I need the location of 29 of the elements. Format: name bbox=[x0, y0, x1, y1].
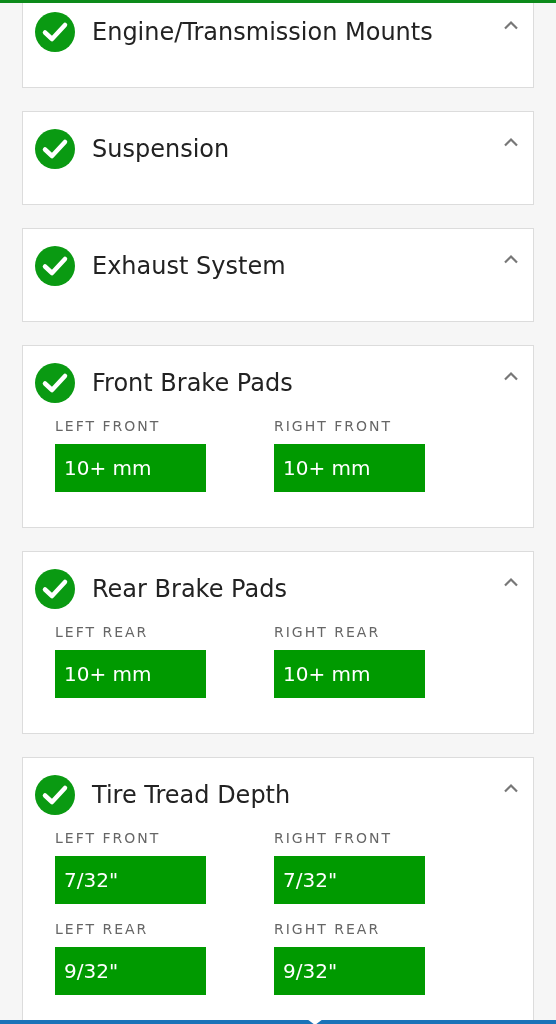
chevron-icon[interactable] bbox=[503, 577, 519, 587]
chevron-icon[interactable] bbox=[503, 20, 519, 30]
reading-label: LEFT FRONT bbox=[55, 829, 162, 847]
reading-label: RIGHT REAR bbox=[274, 920, 382, 938]
reading-label: RIGHT FRONT bbox=[274, 829, 394, 847]
reading-label: RIGHT FRONT bbox=[274, 417, 394, 435]
reading-value: 7/32" bbox=[55, 856, 206, 904]
reading-value: 10+ mm bbox=[274, 444, 425, 492]
section-title: Suspension bbox=[92, 134, 231, 165]
chevron-icon[interactable] bbox=[503, 371, 519, 381]
section-title: Front Brake Pads bbox=[92, 368, 294, 399]
reading-label: RIGHT REAR bbox=[274, 623, 382, 641]
section-title: Exhaust System bbox=[92, 251, 287, 282]
reading-value: 10+ mm bbox=[274, 650, 425, 698]
chevron-icon[interactable] bbox=[503, 783, 519, 793]
reading-value: 10+ mm bbox=[55, 444, 206, 492]
chevron-icon[interactable] bbox=[503, 137, 519, 147]
chevron-icon[interactable] bbox=[503, 254, 519, 264]
reading-value: 7/32" bbox=[274, 856, 425, 904]
reading-value: 9/32" bbox=[55, 947, 206, 995]
section-title: Tire Tread Depth bbox=[92, 780, 292, 811]
reading-label: LEFT REAR bbox=[55, 920, 150, 938]
section-title: Engine/Transmission Mounts bbox=[92, 17, 434, 48]
section-title: Rear Brake Pads bbox=[92, 574, 288, 605]
reading-value: 9/32" bbox=[274, 947, 425, 995]
reading-label: LEFT REAR bbox=[55, 623, 150, 641]
reading-value: 10+ mm bbox=[55, 650, 206, 698]
reading-label: LEFT FRONT bbox=[55, 417, 162, 435]
caret-icon[interactable] bbox=[307, 1019, 323, 1024]
